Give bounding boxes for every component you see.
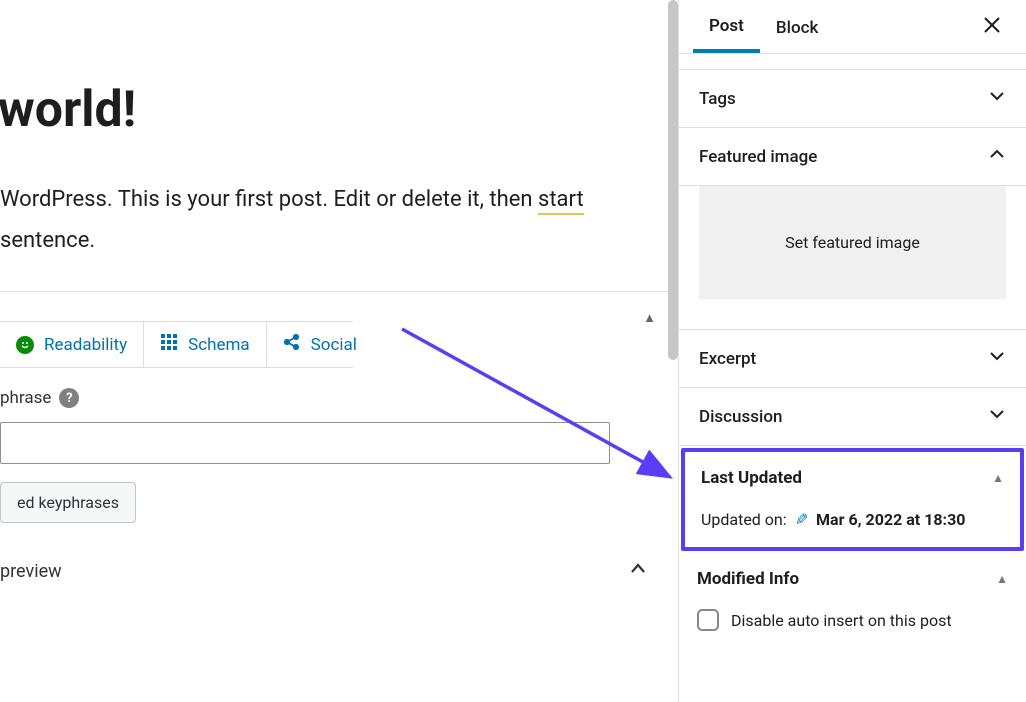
keyphrase-input[interactable] <box>0 422 610 464</box>
post-body[interactable]: WordPress. This is your first post. Edit… <box>0 180 678 261</box>
panel-featured-image[interactable]: Featured image <box>679 128 1026 186</box>
panel-tags[interactable]: Tags <box>679 70 1026 128</box>
triangle-up-icon[interactable]: ▲ <box>992 471 1004 485</box>
featured-image-body: Set featured image <box>679 186 1026 330</box>
separator: ▲ <box>0 291 678 321</box>
keyphrase-label-row: phrase ? <box>0 388 678 408</box>
grid-icon <box>160 333 178 356</box>
panel-tags-label: Tags <box>699 89 736 109</box>
pencil-icon[interactable]: ✎ <box>795 510 808 529</box>
yoast-tabs: Readability Schema Social <box>0 321 353 368</box>
panel-excerpt-label: Excerpt <box>699 349 756 369</box>
collapse-caret-icon[interactable]: ▲ <box>643 310 656 326</box>
body-text-prefix: WordPress. This is your first post. Edit… <box>0 187 538 212</box>
chevron-down-icon <box>988 87 1006 110</box>
chevron-up-icon <box>988 145 1006 168</box>
panel-discussion-label: Discussion <box>699 407 782 427</box>
chevron-up-icon[interactable] <box>628 559 648 584</box>
preview-label[interactable]: preview <box>0 561 62 582</box>
tab-social-label: Social <box>311 335 357 355</box>
chevron-down-icon <box>988 405 1006 428</box>
sidebar-tabs: Post Block <box>679 0 1026 54</box>
panel-discussion[interactable]: Discussion <box>679 388 1026 446</box>
panel-excerpt[interactable]: Excerpt <box>679 330 1026 388</box>
panel-featured-label: Featured image <box>699 147 817 167</box>
tab-readability-label: Readability <box>44 335 127 355</box>
share-icon <box>283 333 301 356</box>
spacer <box>679 54 1026 70</box>
body-text-suffix: sentence. <box>0 228 95 253</box>
keyphrase-label: phrase <box>0 388 51 408</box>
last-updated-label: Last Updated <box>701 468 802 488</box>
panel-last-updated: Last Updated ▲ Updated on: ✎ Mar 6, 2022… <box>681 448 1024 551</box>
tab-block[interactable]: Block <box>760 2 834 52</box>
tab-post[interactable]: Post <box>693 0 760 53</box>
sidebar: Post Block Tags Featured image Set featu… <box>678 0 1026 702</box>
set-featured-image-button[interactable]: Set featured image <box>699 186 1006 299</box>
triangle-up-icon[interactable]: ▲ <box>996 572 1008 586</box>
post-title[interactable]: world! <box>0 80 678 140</box>
checkbox[interactable] <box>697 609 719 631</box>
updated-date[interactable]: Mar 6, 2022 at 18:30 <box>816 510 965 529</box>
tab-social[interactable]: Social <box>267 322 373 367</box>
close-icon[interactable] <box>972 9 1012 45</box>
disable-auto-label: Disable auto insert on this post <box>731 611 952 630</box>
tab-schema[interactable]: Schema <box>144 322 267 367</box>
chevron-down-icon <box>988 347 1006 370</box>
scrollbar[interactable] <box>668 0 678 360</box>
tab-schema-label: Schema <box>188 335 250 355</box>
tab-readability[interactable]: Readability <box>0 322 144 367</box>
disable-auto-insert-row[interactable]: Disable auto insert on this post <box>697 609 1008 631</box>
updated-on-label: Updated on: <box>701 510 787 529</box>
modified-info-label: Modified Info <box>697 569 799 589</box>
related-keyphrases-button[interactable]: ed keyphrases <box>0 482 136 523</box>
smile-icon <box>16 336 34 354</box>
body-link-start[interactable]: start <box>538 187 584 215</box>
panel-modified-info: Modified Info ▲ Disable auto insert on t… <box>679 553 1026 647</box>
help-icon[interactable]: ? <box>59 388 79 408</box>
